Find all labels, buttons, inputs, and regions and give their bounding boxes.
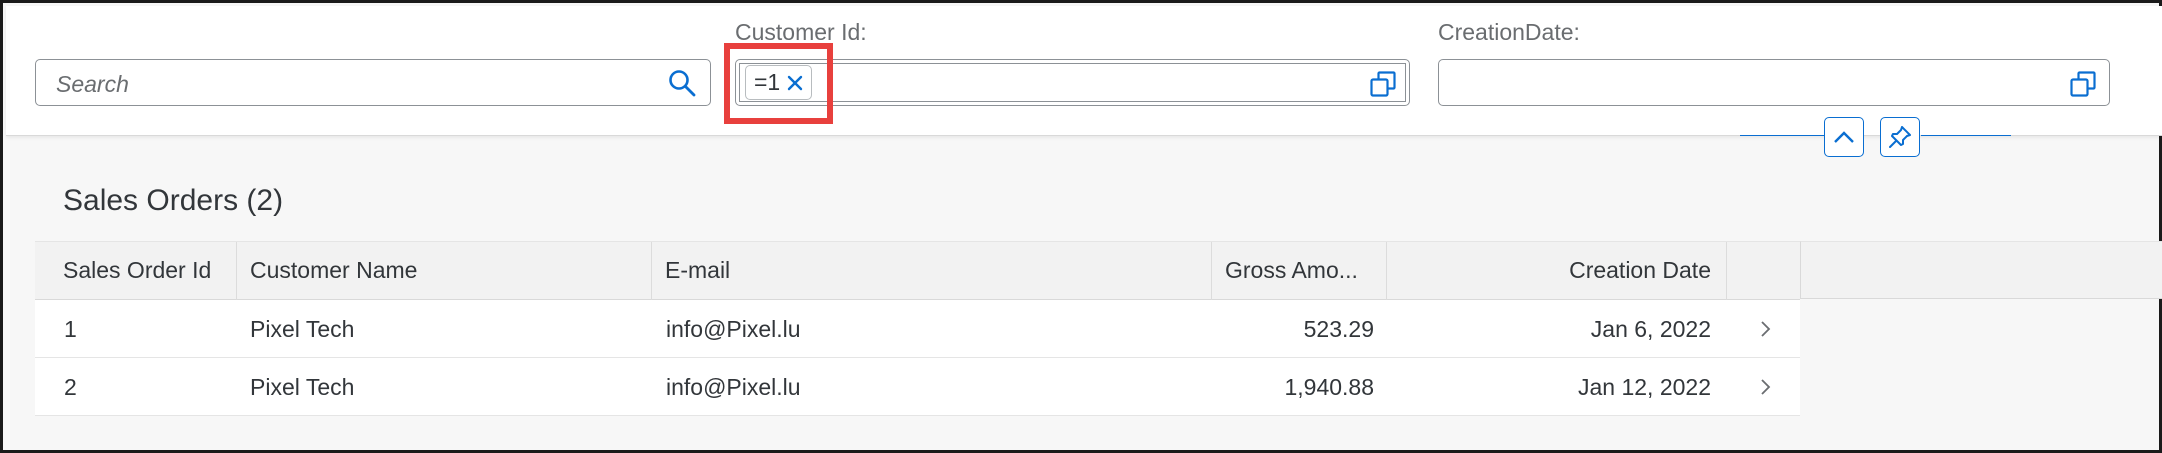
table-row[interactable]: 2 Pixel Tech info@Pixel.lu 1,940.88 Jan … [35, 358, 1800, 416]
customer-id-field[interactable]: =1 [735, 59, 1410, 106]
table-row[interactable]: 1 Pixel Tech info@Pixel.lu 523.29 Jan 6,… [35, 300, 1800, 358]
chevron-right-icon[interactable] [1755, 377, 1775, 397]
chevron-up-icon [1834, 131, 1854, 143]
cell-sales-order-id: 1 [64, 316, 77, 342]
column-navigation [1727, 242, 1800, 300]
sales-orders-table: Sales Order Id Customer Name E-mail Gros… [35, 241, 1800, 416]
pin-icon [1889, 126, 1911, 148]
creation-date-field[interactable] [1438, 59, 2110, 106]
value-help-icon[interactable] [1370, 71, 1396, 97]
cell-customer-name: Pixel Tech [250, 316, 355, 342]
cell-email: info@Pixel.lu [666, 316, 801, 342]
table-title: Sales Orders (2) [63, 184, 284, 217]
cell-sales-order-id: 2 [64, 374, 77, 400]
cell-email: info@Pixel.lu [666, 374, 801, 400]
value-help-icon[interactable] [2070, 71, 2096, 97]
search-field[interactable]: Search [35, 59, 711, 106]
table-header-filler [1800, 241, 2162, 299]
cell-gross-amount: 523.29 [1303, 316, 1374, 342]
app-frame: Search Customer Id: =1 CreationDate: Sal… [0, 0, 2162, 453]
customer-id-label: Customer Id: [735, 19, 867, 45]
pin-filter-button[interactable] [1880, 117, 1920, 157]
cell-creation-date: Jan 12, 2022 [1577, 374, 1711, 400]
collapse-divider-left [1740, 135, 1825, 136]
cell-customer-name: Pixel Tech [250, 374, 355, 400]
highlight-box [724, 43, 833, 124]
creation-date-label: CreationDate: [1438, 19, 1580, 45]
column-sales-order-id[interactable]: Sales Order Id [35, 242, 237, 300]
column-creation-date[interactable]: Creation Date [1387, 242, 1727, 300]
search-placeholder: Search [56, 71, 129, 97]
collapse-divider-right [1921, 135, 2011, 136]
collapse-filter-button[interactable] [1824, 117, 1864, 157]
column-gross-amount[interactable]: Gross Amo... [1212, 242, 1387, 300]
search-icon[interactable] [668, 69, 696, 97]
cell-gross-amount: 1,940.88 [1284, 374, 1374, 400]
customer-id-field-focus [739, 63, 1406, 102]
column-customer-name[interactable]: Customer Name [237, 242, 652, 300]
table-header: Sales Order Id Customer Name E-mail Gros… [35, 242, 1800, 300]
chevron-right-icon[interactable] [1755, 319, 1775, 339]
column-email[interactable]: E-mail [652, 242, 1212, 300]
cell-creation-date: Jan 6, 2022 [1590, 316, 1711, 342]
